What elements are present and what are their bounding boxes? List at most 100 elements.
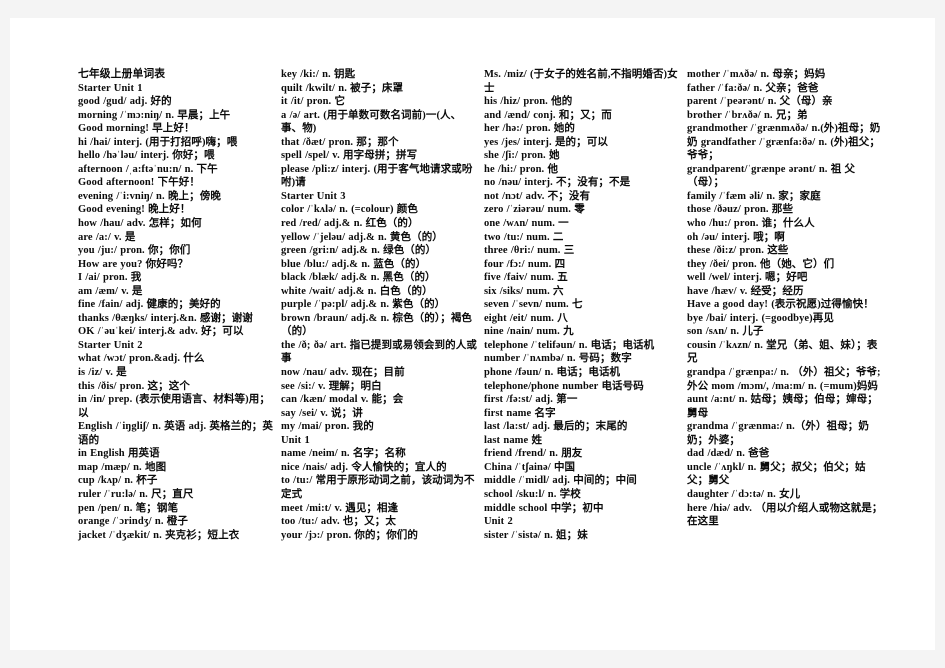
vocabulary-entry: fine /fain/ adj. 健康的；美好的 [78, 299, 221, 311]
vocabulary-entry: now /nau/ adv. 现在；目前 [281, 367, 405, 379]
vocabulary-entry: nice /nais/ adj. 令人愉快的；宜人的 [281, 461, 447, 473]
vocabulary-entry: China /ˈtʃainə/ 中国 [484, 461, 576, 473]
vocabulary-entry: that /ðæt/ pron. 那；那个 [281, 136, 399, 148]
vocabulary-entry: it /it/ pron. 它 [281, 96, 346, 108]
vocabulary-entry: name /neim/ n. 名字；名称 [281, 448, 406, 460]
vocabulary-entry: hi /hai/ interj. (用于打招呼)嗨；喂 [78, 136, 238, 148]
vocabulary-entry: say /sei/ v. 说；讲 [281, 407, 363, 419]
vocabulary-entry: jacket /ˈdʒækit/ n. 夹克衫；短上衣 [78, 529, 240, 541]
vocabulary-entry: brown /braun/ adj.& n. 棕色（的）；褐色（的） [281, 312, 473, 338]
vocabulary-entry: son /sʌn/ n. 儿子 [687, 326, 764, 338]
vocabulary-entry: daughter /ˈdɔ:tə/ n. 女儿 [687, 488, 801, 500]
vocabulary-entry: spell /spel/ v. 用字母拼；拼写 [281, 150, 418, 162]
vocabulary-entry: seven /ˈsevn/ num. 七 [484, 299, 583, 311]
vocabulary-entry: can /kæn/ modal v. 能；会 [281, 394, 404, 406]
vocabulary-entry: school /sku:l/ n. 学校 [484, 488, 581, 500]
vocabulary-entry: last /la:st/ adj. 最后的；末尾的 [484, 421, 628, 433]
vocabulary-entry: grandparent/ˈgrænpe ərənt/ n. 祖 父（母）； [687, 163, 856, 189]
vocabulary-entry: purple /ˈpə:pl/ adj.& n. 紫色（的） [281, 299, 446, 311]
vocabulary-entry: grandma /ˈgrænma:/ n.（外）祖母；奶奶；外婆； [687, 421, 870, 446]
vocabulary-entry: meet /mi:t/ v. 遇见；相逢 [281, 502, 399, 514]
vocabulary-entry: cousin /ˈkʌzn/ n. 堂兄（弟、姐、妹）；表兄 [687, 339, 878, 365]
vocabulary-entry: telephone /ˈtelifəun/ n. 电话；电话机 [484, 339, 655, 351]
vocabulary-entry: mother /ˈmʌðə/ n. 母亲；妈妈 [687, 69, 826, 80]
vocabulary-entry: family /ˈfæm əli/ n. 家；家庭 [687, 190, 821, 202]
vocabulary-entry: two /tu:/ num. 二 [484, 231, 564, 243]
vocabulary-entry: are /a:/ v. 是 [78, 231, 136, 243]
vocabulary-entry: four /fɔ:/ num. 四 [484, 258, 566, 270]
vocabulary-entry: am /æm/ v. 是 [78, 285, 143, 297]
vocabulary-entry: color /ˈkʌlə/ n. (=colour) 颜色 [281, 204, 418, 216]
vocabulary-entry: last name 姓 [484, 434, 543, 446]
vocabulary-column-1: 七年级上册单词表 Starter Unit 1 good /gud/ adj. … [78, 68, 281, 542]
vocabulary-entry: what /wɔt/ pron.&adj. 什么 [78, 353, 205, 365]
vocabulary-entry: in /in/ prep. (表示使用语言、材料等)用；以 [78, 394, 270, 419]
section-heading: Starter Unit 3 [281, 190, 346, 202]
section-heading: Unit 2 [484, 516, 513, 528]
vocabulary-entry: green /gri:n/ adj.& n. 绿色（的） [281, 245, 437, 257]
vocabulary-entry: to /tu:/ 常用于原形动词之前，该动词为不定式 [281, 475, 475, 500]
vocabulary-entry: dad /dæd/ n. 爸爸 [687, 448, 770, 460]
section-heading: Starter Unit 1 [78, 82, 143, 94]
vocabulary-entry: she /ʃi:/ pron. 她 [484, 150, 560, 162]
vocabulary-entry: bye /bai/ interj. (=goodbye)再见 [687, 312, 834, 324]
vocabulary-entry: blue /blu:/ adj.& n. 蓝色（的） [281, 258, 427, 270]
vocabulary-entry: those /ðəuz/ pron. 那些 [687, 204, 794, 216]
vocabulary-entry: see /si:/ v. 理解；明白 [281, 380, 382, 392]
vocabulary-entry: these /ði:z/ pron. 这些 [687, 245, 789, 257]
vocabulary-entry: good /gud/ adj. 好的 [78, 96, 172, 108]
vocabulary-entry: five /faiv/ num. 五 [484, 272, 568, 284]
vocabulary-entry: quilt /kwilt/ n. 被子；床罩 [281, 82, 404, 94]
vocabulary-column-2: key /ki:/ n. 钥匙 quilt /kwilt/ n. 被子；床罩 i… [281, 68, 484, 542]
vocabulary-entry: pen /pen/ n. 笔；钢笔 [78, 502, 179, 514]
vocabulary-entry: one /wʌn/ num. 一 [484, 218, 569, 230]
vocabulary-entry: middle /ˈmidl/ adj. 中间的；中间 [484, 475, 637, 487]
vocabulary-entry: yes /jes/ interj. 是的；可以 [484, 136, 608, 148]
vocabulary-entry: ruler /ˈru:lə/ n. 尺；直尺 [78, 488, 194, 500]
vocabulary-entry: Have a good day! (表示祝愿)过得愉快！ [687, 299, 874, 311]
vocabulary-entry: please /pli:z/ interj. (用于客气地请求或吩咐)请 [281, 163, 473, 189]
vocabulary-entry: here /hiə/ adv. （用以介绍人或物这就是；在这里 [687, 502, 883, 528]
vocabulary-entry: How are you? 你好吗？ [78, 258, 189, 270]
vocabulary-entry: Good afternoon! 下午好！ [78, 177, 200, 189]
page-title: 七年级上册单词表 [78, 68, 166, 80]
vocabulary-column-3: Ms. /miz/ (于女子的姓名前,不指明婚否)女士 his /hiz/ pr… [484, 68, 687, 542]
vocabulary-entry: well /wel/ interj. 嗯；好吧 [687, 272, 808, 284]
vocabulary-entry: white /wait/ adj.& n. 白色（的） [281, 285, 433, 297]
vocabulary-entry: parent /ˈpeərənt/ n. 父（母）亲 [687, 96, 833, 108]
vocabulary-columns: 七年级上册单词表 Starter Unit 1 good /gud/ adj. … [78, 68, 908, 628]
vocabulary-entry: grandmother /ˈgrænmʌðə/ n.(外)祖母；奶奶 grand… [687, 123, 881, 162]
vocabulary-entry: eight /eit/ num. 八 [484, 312, 568, 324]
vocabulary-entry: three /θri:/ num. 三 [484, 245, 575, 257]
vocabulary-entry: and /ænd/ conj. 和；又；而 [484, 109, 612, 121]
vocabulary-entry: map /mæp/ n. 地图 [78, 461, 167, 473]
vocabulary-entry: yellow /ˈjeləu/ adj.& n. 黄色（的） [281, 231, 443, 243]
vocabulary-entry: not /nɔt/ adv. 不；没有 [484, 190, 591, 202]
vocabulary-entry: first name 名字 [484, 407, 556, 419]
document-page: 七年级上册单词表 Starter Unit 1 good /gud/ adj. … [10, 18, 935, 650]
vocabulary-entry: is /iz/ v. 是 [78, 367, 127, 379]
vocabulary-entry: phone /fəun/ n. 电话；电话机 [484, 367, 621, 379]
vocabulary-entry: brother /ˈbrʌðə/ n. 兄；弟 [687, 109, 808, 121]
vocabulary-entry: red /red/ adj.& n. 红色（的） [281, 218, 419, 230]
vocabulary-entry: first /fə:st/ adj. 第一 [484, 394, 578, 406]
vocabulary-entry: OK /ˈəuˈkei/ interj.& adv. 好；可以 [78, 326, 244, 338]
vocabulary-entry: have /hæv/ v. 经受；经历 [687, 285, 804, 297]
vocabulary-entry: number /ˈnʌmbə/ n. 号码；数字 [484, 353, 632, 365]
vocabulary-entry: middle school 中学；初中 [484, 502, 604, 514]
vocabulary-entry: a /ə/ art. (用于单数可数名词前)一(人、事、物) [281, 109, 462, 135]
vocabulary-entry: how /hau/ adv. 怎样；如何 [78, 218, 202, 230]
vocabulary-entry: this /ðis/ pron. 这；这个 [78, 380, 190, 392]
section-heading: Unit 1 [281, 434, 310, 446]
vocabulary-entry: no /nəu/ interj. 不；没有；不是 [484, 177, 631, 189]
vocabulary-entry: cup /kʌp/ n. 杯子 [78, 475, 158, 487]
vocabulary-entry: nine /nain/ num. 九 [484, 326, 574, 338]
vocabulary-entry: father /ˈfa:ðə/ n. 父亲；爸爸 [687, 82, 819, 94]
vocabulary-entry: friend /frend/ n. 朋友 [484, 448, 583, 460]
vocabulary-entry: his /hiz/ pron. 他的 [484, 96, 573, 108]
vocabulary-entry: in English 用英语 [78, 448, 160, 460]
vocabulary-entry: orange /ˈɔrindʒ/ n. 橙子 [78, 516, 189, 528]
vocabulary-entry: morning /ˈmɔ:niŋ/ n. 早晨；上午 [78, 109, 231, 121]
vocabulary-entry: sister /ˈsistə/ n. 姐；妹 [484, 529, 588, 541]
vocabulary-entry: too /tu:/ adv. 也；又；太 [281, 516, 396, 528]
